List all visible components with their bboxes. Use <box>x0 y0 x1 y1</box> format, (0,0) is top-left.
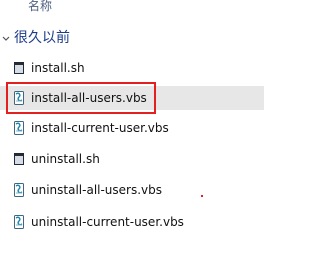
file-name: uninstall-current-user.vbs <box>31 215 184 229</box>
file-row-uninstall-current-user-vbs[interactable]: uninstall-current-user.vbs <box>0 210 264 234</box>
file-name: uninstall-all-users.vbs <box>31 183 163 197</box>
cursor-dot <box>201 195 203 197</box>
sh-file-icon <box>14 153 24 165</box>
file-row-uninstall-all-users-vbs[interactable]: uninstall-all-users.vbs <box>0 178 264 202</box>
vbs-script-icon <box>14 215 24 229</box>
vbs-script-icon <box>14 91 24 105</box>
vbs-script-icon <box>14 183 24 197</box>
sh-file-icon <box>14 62 24 74</box>
file-row-install-current-user-vbs[interactable]: install-current-user.vbs <box>0 116 264 140</box>
file-row-install-sh[interactable]: install.sh <box>0 56 264 80</box>
file-row-uninstall-sh[interactable]: uninstall.sh <box>0 147 264 171</box>
file-name: install-current-user.vbs <box>31 121 169 135</box>
file-list: install.sh install-all-users.vbs install… <box>0 0 264 260</box>
file-row-install-all-users-vbs[interactable]: install-all-users.vbs <box>0 86 264 110</box>
vbs-script-icon <box>14 121 24 135</box>
file-name: uninstall.sh <box>31 152 100 166</box>
file-name: install-all-users.vbs <box>31 91 147 105</box>
file-name: install.sh <box>31 61 85 75</box>
